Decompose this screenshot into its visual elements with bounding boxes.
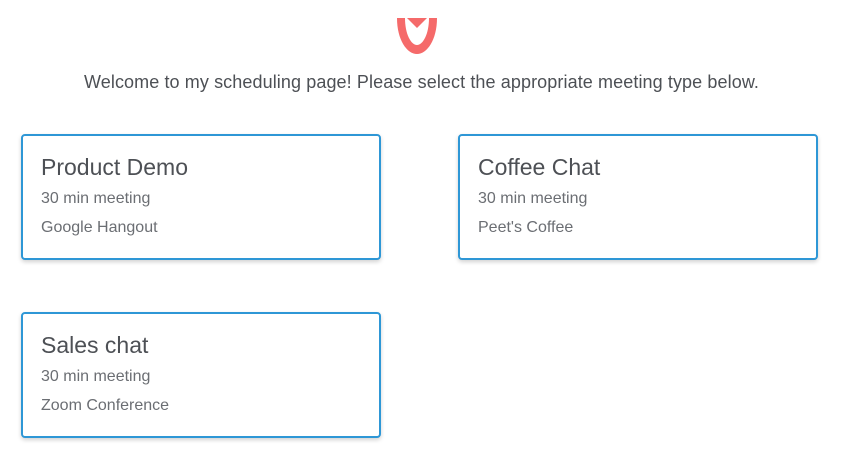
meeting-duration: 30 min meeting	[41, 190, 151, 207]
logo-icon	[397, 18, 437, 54]
meeting-duration: 30 min meeting	[41, 368, 151, 385]
meeting-duration: 30 min meeting	[478, 190, 588, 207]
meeting-location: Peet's Coffee	[478, 219, 574, 236]
meeting-type-title: Product Demo	[41, 154, 189, 180]
meeting-type-title: Coffee Chat	[478, 154, 601, 180]
meeting-type-card-product-demo[interactable]: Product Demo 30 min meeting Google Hango…	[21, 134, 381, 260]
meeting-location: Google Hangout	[41, 219, 158, 236]
welcome-message: Welcome to my scheduling page! Please se…	[83, 72, 760, 92]
meeting-type-card-coffee-chat[interactable]: Coffee Chat 30 min meeting Peet's Coffee	[458, 134, 818, 260]
meeting-type-card-sales-chat[interactable]: Sales chat 30 min meeting Zoom Conferenc…	[21, 312, 381, 438]
scheduling-page: Welcome to my scheduling page! Please se…	[0, 0, 860, 473]
meeting-type-title: Sales chat	[41, 332, 149, 358]
meeting-location: Zoom Conference	[41, 397, 170, 414]
